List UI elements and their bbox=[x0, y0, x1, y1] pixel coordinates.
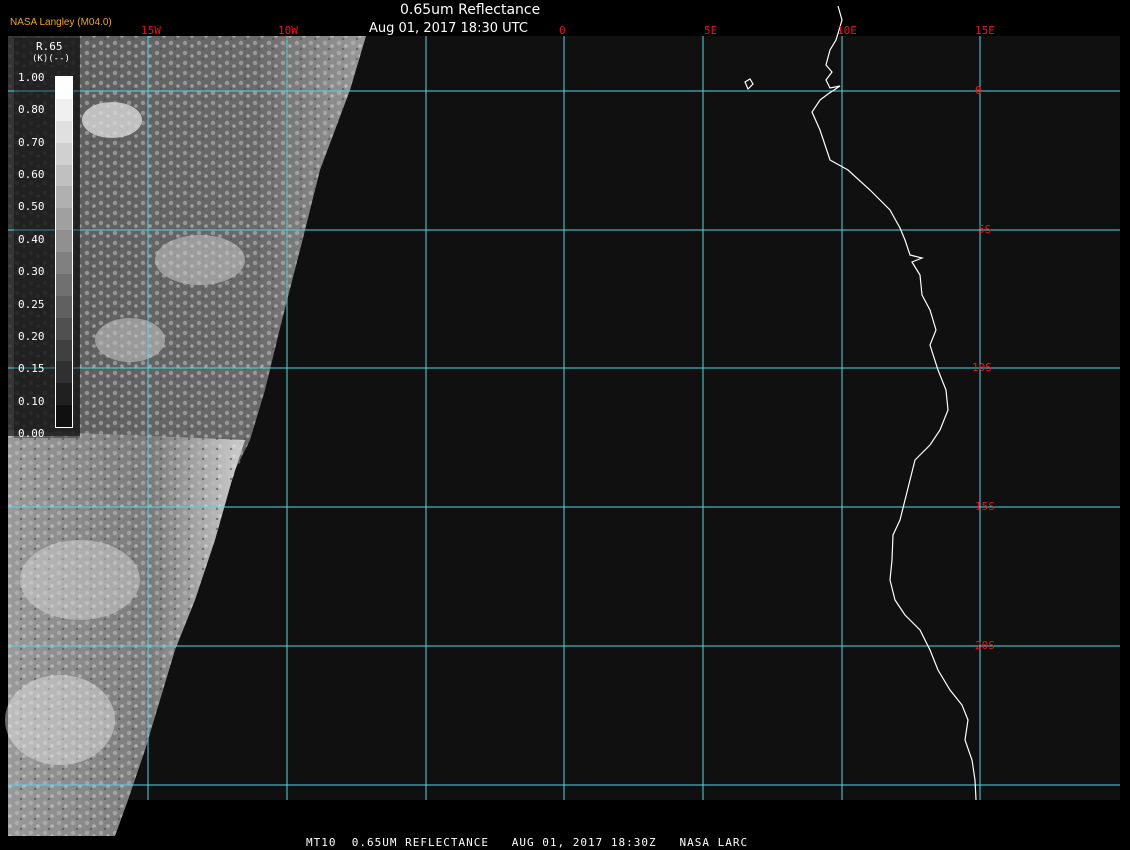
lon-label: 10E bbox=[837, 24, 857, 37]
colorbar-tick-label: 1.00 bbox=[18, 71, 45, 84]
colorbar-swatch bbox=[56, 295, 72, 318]
lon-label: 15E bbox=[975, 24, 995, 37]
colorbar-swatch bbox=[56, 383, 72, 406]
colorbar-tick-label: 0.30 bbox=[18, 265, 45, 279]
lat-label: 20S bbox=[975, 639, 995, 652]
cloud-patch bbox=[95, 318, 165, 362]
colorbar-legend: R.65 (K)(--) 1.00 0.80 0.70 0.60 0.50 0.40 0.3… bbox=[14, 38, 80, 440]
colorbar-swatch bbox=[56, 142, 72, 165]
colorbar-tick-label: 0.00 bbox=[18, 427, 45, 440]
colorbar-swatch bbox=[56, 164, 72, 187]
cloud-patch bbox=[155, 235, 245, 285]
lat-label: 10S bbox=[972, 361, 992, 374]
colorbar-swatch bbox=[56, 186, 72, 209]
colorbar-tick-label: 0.60 bbox=[18, 168, 45, 182]
lat-label: 0 bbox=[975, 84, 982, 97]
colorbar-swatch bbox=[56, 98, 72, 121]
map-canvas bbox=[5, 5, 1120, 836]
satellite-image-viewer: NASA Langley (M04.0) 0.65um Reflectance … bbox=[0, 0, 1130, 850]
colorbar-swatch bbox=[56, 405, 72, 427]
colorbar-tick-label: 0.40 bbox=[18, 232, 45, 246]
colorbar-swatch bbox=[56, 252, 72, 274]
lon-label: 5E bbox=[704, 24, 718, 37]
colorbar-tick-label: 0.80 bbox=[18, 103, 45, 117]
colorbar-tick-label: 0.70 bbox=[18, 135, 45, 149]
credit-label: NASA Langley (M04.0) bbox=[10, 17, 112, 28]
image-title: 0.65um Reflectance bbox=[400, 2, 541, 18]
lat-label: 5S bbox=[978, 223, 992, 236]
colorbar-scale bbox=[55, 76, 73, 428]
colorbar-tick-label: 0.25 bbox=[18, 297, 45, 311]
lon-label: 15W bbox=[141, 24, 161, 37]
colorbar-swatch bbox=[56, 339, 72, 362]
lon-label: 0 bbox=[559, 24, 566, 37]
cloud-patch bbox=[20, 540, 140, 620]
colorbar-swatch bbox=[56, 273, 72, 296]
colorbar-tick-label: 0.10 bbox=[18, 394, 45, 408]
colorbar-tick-label: 0.50 bbox=[18, 200, 45, 214]
colorbar-swatch bbox=[56, 208, 72, 231]
colorbar-tick-label: 0.20 bbox=[18, 329, 45, 343]
colorbar-swatch bbox=[56, 361, 72, 384]
cloud-patch bbox=[5, 675, 115, 765]
image-timestamp: Aug 01, 2017 18:30 UTC bbox=[369, 21, 528, 36]
colorbar-tick-label: 0.15 bbox=[18, 362, 45, 376]
lon-label: 10W bbox=[278, 24, 298, 37]
colorbar-swatch bbox=[56, 120, 72, 143]
colorbar-ticks: 1.00 0.80 0.70 0.60 0.50 0.40 0.30 0.25 0.20 0.15… bbox=[14, 38, 54, 440]
cloud-patch bbox=[82, 102, 142, 138]
footer-caption: MT10 0.65UM REFLECTANCE AUG 01, 2017 18:… bbox=[306, 836, 749, 849]
colorbar-swatch bbox=[56, 77, 72, 99]
colorbar-swatch bbox=[56, 317, 72, 340]
lat-label: 15S bbox=[975, 500, 995, 513]
colorbar-swatch bbox=[56, 230, 72, 252]
